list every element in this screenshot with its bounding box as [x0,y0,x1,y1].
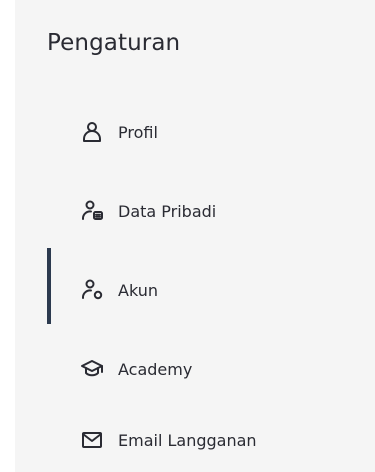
sidebar-title: Pengaturan [47,30,181,56]
settings-sidebar [15,0,375,472]
sidebar-item-profil[interactable]: Profil [80,116,158,148]
graduation-cap-icon [80,357,104,381]
active-indicator [47,248,51,324]
sidebar-item-label: Profil [118,122,158,142]
sidebar-item-label: Akun [118,280,158,300]
sidebar-item-email-langganan[interactable]: Email Langganan [80,424,257,456]
user-card-icon [80,199,104,223]
mail-icon [80,428,104,452]
sidebar-item-akun[interactable]: Akun [80,274,158,306]
sidebar-item-label: Data Pribadi [118,201,217,221]
sidebar-item-academy[interactable]: Academy [80,353,192,385]
sidebar-item-label: Email Langganan [118,430,257,450]
user-icon [80,120,104,144]
sidebar-item-data-pribadi[interactable]: Data Pribadi [80,195,216,227]
sidebar-item-label: Academy [118,359,193,379]
user-settings-icon [80,278,104,302]
